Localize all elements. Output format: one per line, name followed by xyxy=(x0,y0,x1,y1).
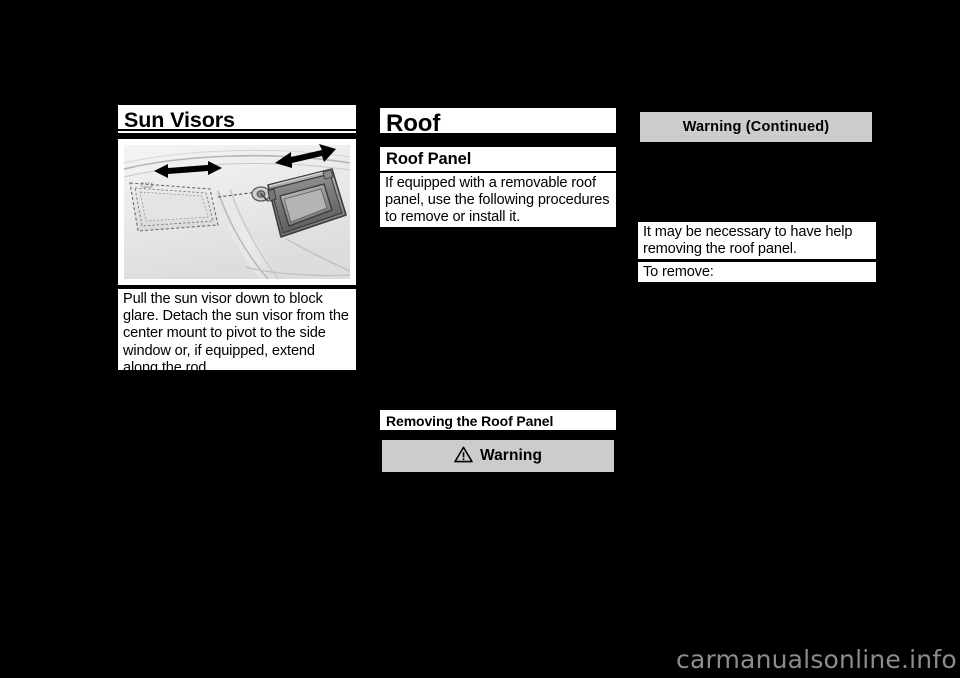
roof-panel-paragraph: If equipped with a removable roof panel,… xyxy=(380,173,616,227)
subheading-roof-panel: Roof Panel xyxy=(380,147,616,171)
roof-heading-rule xyxy=(380,133,616,136)
heading-rule xyxy=(118,129,356,131)
warning-triangle-icon xyxy=(454,446,473,468)
page-title-roof: Roof xyxy=(380,108,616,136)
to-remove-instruction: To remove: xyxy=(638,262,876,282)
warning-continued-box: Warning (Continued) xyxy=(640,112,872,142)
warning-continued-label: Warning (Continued) xyxy=(682,119,830,135)
warning-label: Warning xyxy=(479,447,543,464)
watermark: carmanualsonline.info xyxy=(676,645,957,674)
sun-visor-illustration xyxy=(118,139,356,285)
visor-pivot-mount xyxy=(251,186,271,202)
warning-box: Warning xyxy=(382,440,614,472)
sun-visor-figure-svg xyxy=(123,144,351,280)
manual-page: Sun Visors Pull the sun visor down to bl… xyxy=(0,0,960,678)
roof-panel-help-paragraph: It may be necessary to have help removin… xyxy=(638,222,876,259)
subheading-removing-the-roof-panel: Removing the Roof Panel xyxy=(380,410,616,430)
sun-visor-paragraph: Pull the sun visor down to block glare. … xyxy=(118,289,356,376)
